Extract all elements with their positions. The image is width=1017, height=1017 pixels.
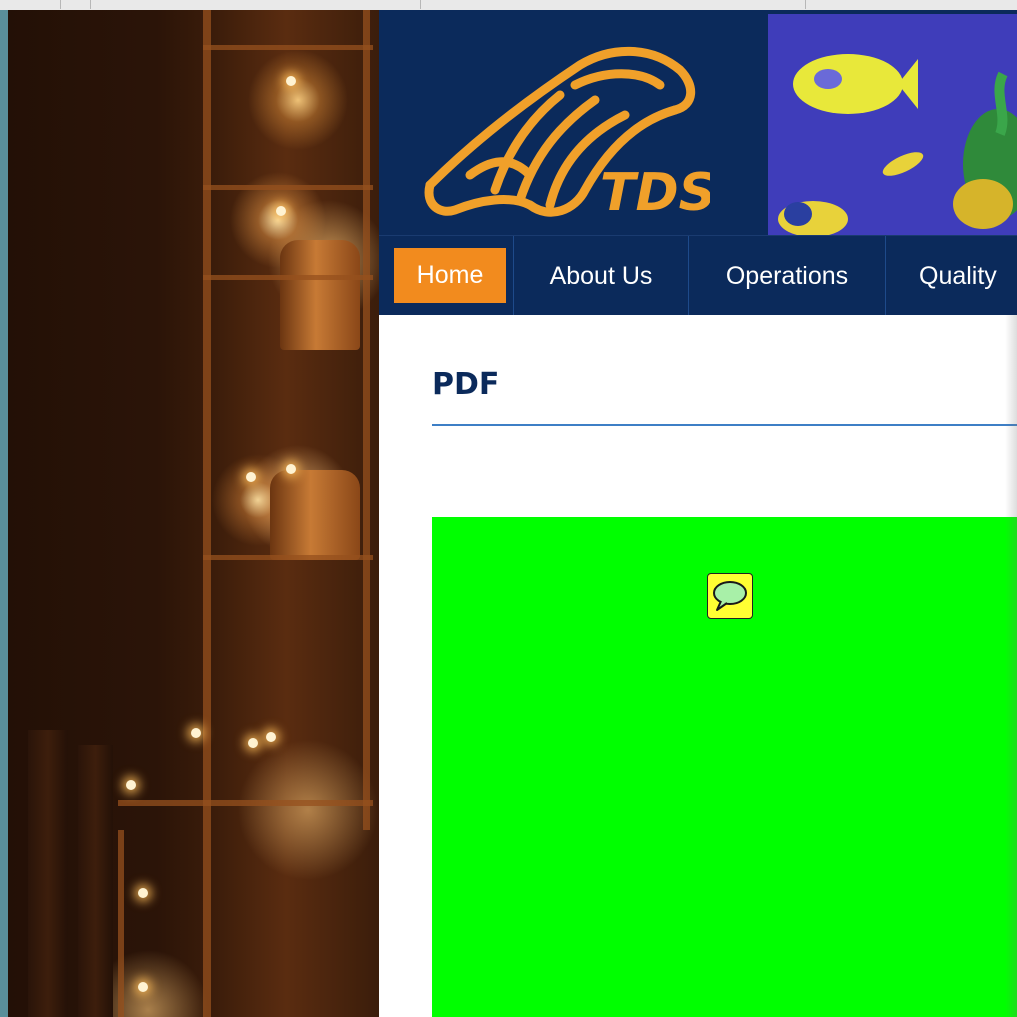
nav-item-operations[interactable]: Operations: [689, 236, 886, 316]
logo-text: TDS: [600, 163, 710, 223]
nav-item-label: Operations: [725, 261, 849, 290]
toolbar-segment: [90, 0, 421, 9]
plant-light: [138, 888, 148, 898]
page-title: PDF: [432, 367, 500, 402]
plant-light: [286, 464, 296, 474]
plant-light: [276, 206, 286, 216]
nav-item-label: Quality: [919, 261, 997, 290]
nav-item-about-us[interactable]: About Us: [514, 236, 689, 316]
plant-light: [246, 472, 256, 482]
plant-light: [248, 738, 258, 748]
yellow-fish-shape: [793, 54, 903, 114]
nav-item-home[interactable]: Home: [379, 236, 514, 316]
nav-item-label: Home: [416, 261, 484, 289]
tank-shape: [270, 470, 360, 560]
nav-item-quality[interactable]: Quality: [886, 236, 1017, 316]
toolbar-segment: [0, 0, 61, 9]
fish-banner-image: [768, 14, 1017, 235]
plant-light: [286, 76, 296, 86]
title-divider: [432, 424, 1017, 426]
plant-light: [266, 732, 276, 742]
main-content: PDF: [379, 315, 1017, 1017]
frame-beam: [363, 10, 370, 830]
industrial-plant-photo: [8, 10, 379, 1017]
nav-home-highlight[interactable]: Home: [394, 248, 506, 303]
frame-beam: [203, 45, 373, 50]
plant-light: [191, 728, 201, 738]
scroll-edge-shadow: [1005, 315, 1017, 1017]
chimney-shape: [78, 745, 113, 1017]
frame-beam: [203, 275, 373, 280]
frame-beam: [203, 555, 373, 560]
comment-bubble-shape: [713, 581, 747, 611]
frame-beam: [203, 10, 211, 1017]
plant-light: [138, 982, 148, 992]
tank-shape: [280, 240, 360, 350]
toolbar-segment: [745, 0, 806, 9]
plant-light: [126, 780, 136, 790]
frame-beam: [118, 800, 373, 806]
toolbar-segment: [60, 0, 91, 9]
nav-item-label: About Us: [549, 261, 653, 290]
tds-logo[interactable]: TDS: [410, 25, 710, 235]
main-navigation: Home About Us Operations Quality: [379, 235, 1017, 316]
chimney-shape: [28, 730, 68, 1017]
frame-beam: [118, 830, 124, 1017]
speech-bubble-icon[interactable]: [707, 573, 753, 619]
frame-beam: [203, 185, 373, 190]
